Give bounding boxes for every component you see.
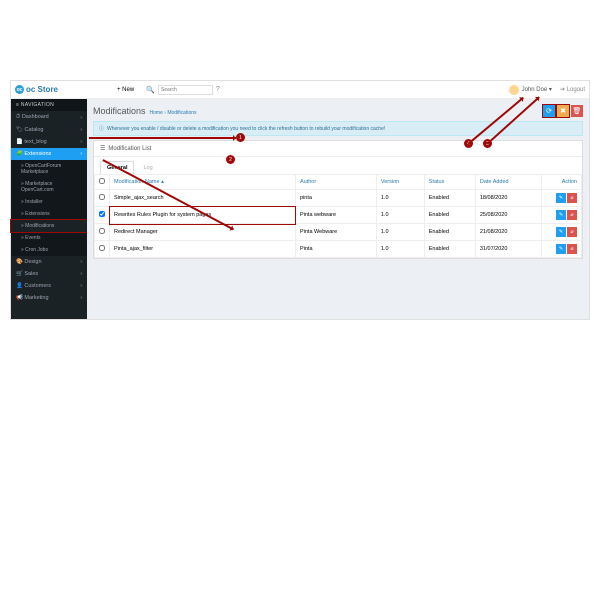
- col-action: Action: [542, 175, 582, 190]
- cell-date: 31/07/2020: [475, 241, 541, 258]
- cell-version: 1.0: [376, 241, 424, 258]
- cell-status: Enabled: [424, 224, 475, 241]
- clear-button[interactable]: ✖: [557, 105, 569, 117]
- sidebar-subitem[interactable]: » Modifications: [11, 220, 87, 232]
- select-all-checkbox[interactable]: [99, 178, 105, 184]
- sidebar-item-text_blog[interactable]: 📄 text_blog›: [11, 136, 87, 148]
- row-edit-button[interactable]: ✎: [556, 227, 566, 237]
- row-checkbox[interactable]: [99, 194, 105, 200]
- content-area: Modifications Home › Modifications ⟳ ✖ 🗑…: [87, 99, 589, 319]
- table-row: Rewrites Rules Plugin for system pagesPi…: [95, 207, 582, 224]
- modifications-table: Modification Name ▴ Author Version Statu…: [94, 174, 582, 258]
- table-row: Redirect ManagerPinta Webware1.0Enabled2…: [95, 224, 582, 241]
- breadcrumb-home[interactable]: Home: [150, 110, 163, 116]
- search-icon: 🔍: [146, 86, 155, 94]
- top-bar: oc oc Store + New 🔍 ? John Doe ▾ ➔ Logou…: [11, 81, 589, 99]
- row-disable-button[interactable]: ⌀: [567, 244, 577, 254]
- row-checkbox[interactable]: [99, 211, 105, 217]
- sidebar: ≡ NAVIGATION ⏱ Dashboard›🏷 Catalog›📄 tex…: [11, 99, 87, 319]
- cell-author: pinta: [295, 190, 376, 207]
- avatar[interactable]: [509, 85, 519, 95]
- list-icon: ☰: [100, 145, 105, 152]
- cell-author: Pinta Webware: [295, 224, 376, 241]
- tab-general[interactable]: General: [100, 161, 134, 174]
- user-menu[interactable]: John Doe ▾: [522, 86, 552, 93]
- row-edit-button[interactable]: ✎: [556, 210, 566, 220]
- table-row: Simple_ajax_searchpinta1.0Enabled18/08/2…: [95, 190, 582, 207]
- refresh-button[interactable]: ⟳: [543, 105, 555, 117]
- cell-status: Enabled: [424, 207, 475, 224]
- sidebar-item-catalog[interactable]: 🏷 Catalog›: [11, 124, 87, 136]
- search-input[interactable]: [158, 85, 213, 95]
- sidebar-item-design[interactable]: 🎨 Design›: [11, 256, 87, 268]
- sidebar-subitem[interactable]: » Events: [11, 232, 87, 244]
- logo-icon: oc: [15, 85, 24, 94]
- cell-version: 1.0: [376, 207, 424, 224]
- col-version[interactable]: Version: [376, 175, 424, 190]
- sidebar-item-marketing[interactable]: 📢 Marketing›: [11, 292, 87, 304]
- cell-date: 18/08/2020: [475, 190, 541, 207]
- cell-name: Simple_ajax_search: [110, 190, 296, 207]
- breadcrumb: Home › Modifications: [150, 110, 197, 116]
- sidebar-item-extensions[interactable]: 🧩 Extensions›: [11, 148, 87, 160]
- panel-header: ☰ Modification List: [94, 141, 582, 157]
- col-author[interactable]: Author: [295, 175, 376, 190]
- cell-version: 1.0: [376, 224, 424, 241]
- nav-header: ≡ NAVIGATION: [11, 99, 87, 111]
- col-date[interactable]: Date Added: [475, 175, 541, 190]
- cell-date: 21/08/2020: [475, 224, 541, 241]
- cell-status: Enabled: [424, 190, 475, 207]
- row-disable-button[interactable]: ⌀: [567, 210, 577, 220]
- row-checkbox[interactable]: [99, 245, 105, 251]
- page-title: Modifications: [93, 106, 146, 116]
- brand-logo: oc oc Store: [15, 85, 58, 94]
- new-button[interactable]: + New: [113, 85, 138, 95]
- info-alert: ⓘ Whenever you enable / disable or delet…: [93, 121, 583, 136]
- sidebar-subitem[interactable]: » Extensions: [11, 208, 87, 220]
- cell-name: Rewrites Rules Plugin for system pages: [110, 207, 296, 224]
- col-status[interactable]: Status: [424, 175, 475, 190]
- sidebar-subitem[interactable]: » Marketplace OpenCart.com: [11, 178, 87, 196]
- info-icon: ⓘ: [99, 125, 104, 132]
- cell-status: Enabled: [424, 241, 475, 258]
- row-edit-button[interactable]: ✎: [556, 244, 566, 254]
- cell-version: 1.0: [376, 190, 424, 207]
- row-disable-button[interactable]: ⌀: [567, 193, 577, 203]
- row-edit-button[interactable]: ✎: [556, 193, 566, 203]
- modification-panel: ☰ Modification List General Log Modifica…: [93, 140, 583, 259]
- row-disable-button[interactable]: ⌀: [567, 227, 577, 237]
- cell-name: Pinta_ajax_filter: [110, 241, 296, 258]
- row-checkbox[interactable]: [99, 228, 105, 234]
- sidebar-subitem[interactable]: » Cron Jobs: [11, 244, 87, 256]
- help-icon[interactable]: ?: [216, 86, 220, 93]
- col-name[interactable]: Modification Name ▴: [110, 175, 296, 190]
- cell-name: Redirect Manager: [110, 224, 296, 241]
- sidebar-item-customers[interactable]: 👤 Customers›: [11, 280, 87, 292]
- sidebar-subitem[interactable]: » Installer: [11, 196, 87, 208]
- sidebar-item-sales[interactable]: 🛒 Sales›: [11, 268, 87, 280]
- cell-author: Pinta: [295, 241, 376, 258]
- breadcrumb-current[interactable]: Modifications: [167, 110, 196, 116]
- sidebar-subitem[interactable]: » OpenCartForum Marketplace: [11, 160, 87, 178]
- table-row: Pinta_ajax_filterPinta1.0Enabled31/07/20…: [95, 241, 582, 258]
- cell-date: 25/08/2020: [475, 207, 541, 224]
- brand-name: oc Store: [26, 85, 58, 94]
- cell-author: Pinta webware: [295, 207, 376, 224]
- sidebar-item-dashboard[interactable]: ⏱ Dashboard›: [11, 111, 87, 124]
- delete-button[interactable]: 🗑: [571, 105, 583, 117]
- logout-link[interactable]: ➔ Logout: [560, 86, 585, 93]
- tab-log[interactable]: Log: [136, 161, 159, 174]
